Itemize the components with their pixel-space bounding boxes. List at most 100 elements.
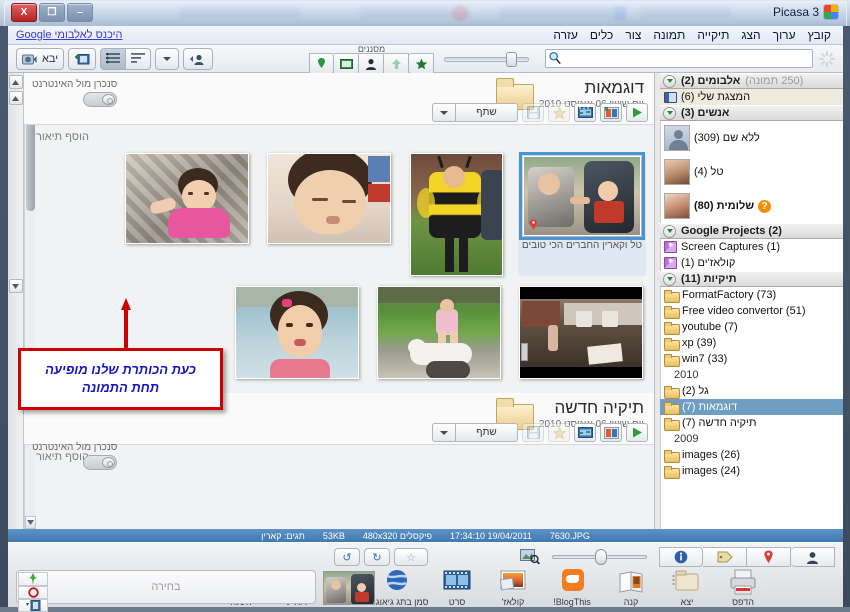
group-header-folders[interactable]: תיקיות (11) — [660, 271, 843, 287]
share-button-group[interactable]: שתף — [432, 103, 518, 122]
share-button[interactable]: שתף — [456, 103, 518, 122]
star-rating-button[interactable]: ☆ — [394, 548, 428, 566]
status-badge[interactable]: ? — [758, 199, 772, 213]
album-description-row[interactable]: הוסף תיאור — [24, 445, 654, 469]
selection-thumbnail[interactable] — [323, 571, 375, 605]
fullscreen-preview-button[interactable] — [514, 548, 541, 567]
add-to-album-button[interactable] — [18, 599, 48, 612]
menu-picture[interactable]: תמונה — [647, 26, 691, 44]
photo-thumbnail[interactable] — [267, 153, 391, 244]
create-collage-button[interactable] — [600, 103, 622, 122]
menu-file[interactable]: קובץ — [802, 26, 837, 44]
scroll-down-button[interactable] — [25, 516, 36, 529]
close-button[interactable]: X — [11, 3, 37, 22]
rail-scroll-up-button-2[interactable] — [8, 91, 23, 105]
create-collage-button[interactable] — [600, 423, 622, 442]
group-header-google-projects[interactable]: Google Projects (2) — [660, 223, 843, 239]
photo-thumbnail[interactable] — [235, 286, 359, 379]
filter-video-button[interactable] — [334, 53, 359, 74]
sync-toggle[interactable] — [83, 92, 118, 107]
sync-web-control-2[interactable]: סנכרן מול האינטרנט — [32, 442, 118, 470]
photo-cell-selected[interactable]: טל וקארין החברים הכי טובים — [518, 152, 646, 276]
export-button[interactable]: יצא — [659, 568, 715, 607]
save-button[interactable] — [522, 423, 544, 442]
info-button[interactable] — [659, 547, 703, 567]
library-sidebar[interactable]: (250 תמונה) אלבומים (2) המצגת שלי (6) אנ… — [654, 73, 843, 529]
undo-button[interactable]: ↺ — [334, 548, 360, 566]
create-movie-button[interactable] — [574, 423, 596, 442]
photo-cell[interactable] — [122, 153, 252, 276]
menu-folder[interactable]: תיקייה — [691, 26, 735, 44]
buy-button[interactable]: קנה — [603, 568, 659, 607]
hold-pin-button[interactable] — [18, 572, 48, 586]
menu-view[interactable]: הצג — [735, 26, 766, 44]
google-albums-signin-link[interactable]: היכנס לאלבומי Google — [16, 29, 122, 41]
star-button[interactable] — [548, 423, 570, 442]
toolbar-dropdown-button[interactable] — [155, 47, 180, 70]
people-button[interactable] — [791, 547, 835, 567]
slider-knob[interactable] — [506, 51, 517, 67]
chevron-down-icon[interactable] — [663, 224, 676, 238]
sidebar-item-free-video-convertor[interactable]: Free video convertor (51) — [660, 303, 843, 319]
maximize-button[interactable]: ❐ — [39, 3, 65, 22]
tag-button[interactable] — [703, 547, 747, 567]
sidebar-item-collages[interactable]: קולאז'ים (1) — [660, 255, 843, 271]
print-button[interactable]: הדפס — [715, 568, 771, 607]
sidebar-item-gal[interactable]: גל (2) — [660, 383, 843, 399]
sidebar-item-images-26[interactable]: images (26) — [660, 447, 843, 463]
collage-button[interactable]: קולאז' — [485, 568, 541, 607]
menu-edit[interactable]: ערוך — [767, 26, 802, 44]
sidebar-item-xp[interactable]: xp (39) — [660, 335, 843, 351]
search-input[interactable] — [545, 49, 813, 68]
photo-thumbnail[interactable] — [409, 153, 503, 276]
chevron-down-icon[interactable] — [663, 106, 676, 120]
rail-scroll-up-button[interactable] — [8, 75, 23, 89]
minimize-button[interactable]: – — [67, 3, 93, 22]
share-button-group[interactable]: שתף — [432, 423, 518, 442]
slideshow-person-button[interactable] — [183, 47, 214, 70]
slideshow-play-button[interactable] — [626, 423, 648, 442]
sync-toggle[interactable] — [83, 455, 118, 470]
photo-thumbnail[interactable] — [377, 286, 501, 379]
share-button[interactable]: שתף — [456, 423, 518, 442]
photo-thumbnail[interactable] — [125, 153, 249, 244]
star-button[interactable] — [548, 103, 570, 122]
sidebar-item-my-presentation[interactable]: המצגת שלי (6) — [660, 89, 843, 105]
sidebar-item-tal[interactable]: טל (4) — [660, 155, 843, 189]
group-header-albums[interactable]: (250 תמונה) אלבומים (2) — [660, 73, 843, 89]
slider-knob[interactable] — [595, 549, 607, 565]
sidebar-item-youtube[interactable]: youtube (7) — [660, 319, 843, 335]
share-dropdown-button[interactable] — [432, 423, 456, 442]
filter-faces-button[interactable] — [359, 53, 384, 74]
tray-zoom-slider[interactable] — [552, 549, 647, 565]
import-button[interactable]: יבא — [16, 47, 65, 70]
view-list-button[interactable] — [100, 47, 127, 70]
sidebar-item-screen-captures[interactable]: Screen Captures (1) — [660, 239, 843, 255]
filter-starred-button[interactable] — [409, 53, 434, 74]
clear-selection-button[interactable] — [18, 586, 48, 599]
slideshow-play-button[interactable] — [626, 103, 648, 122]
sidebar-item-unnamed[interactable]: ללא שם (309) — [660, 121, 843, 155]
blogthis-button[interactable]: BlogThis! — [541, 568, 603, 607]
share-dropdown-button[interactable] — [432, 103, 456, 122]
album-description-row[interactable]: הוסף תיאור — [24, 125, 654, 149]
sidebar-item-formatfactory[interactable]: FormatFactory (73) — [660, 287, 843, 303]
sidebar-item-images-24[interactable]: images (24) — [660, 463, 843, 479]
menu-help[interactable]: עזרה — [547, 26, 584, 44]
create-movie-button[interactable] — [574, 103, 596, 122]
sidebar-item-dugmaot[interactable]: דוגמאות (7) — [660, 399, 843, 415]
sync-web-control-1[interactable]: סנכרן מול האינטרנט — [32, 79, 118, 107]
window-controls[interactable]: X ❐ – — [11, 3, 93, 22]
menu-tools[interactable]: כלים — [584, 26, 619, 44]
view-sort-button[interactable] — [126, 47, 152, 70]
movie-button[interactable]: סרט — [429, 568, 485, 607]
photo-thumbnail[interactable] — [519, 286, 643, 379]
filter-upload-button[interactable] — [384, 53, 409, 74]
thumbnail-size-slider[interactable] — [444, 51, 529, 67]
sidebar-item-win7[interactable]: win7 (33) — [660, 351, 843, 367]
filter-geotag-button[interactable] — [309, 53, 334, 74]
redo-button[interactable]: ↻ — [364, 548, 390, 566]
sidebar-item-new-folder[interactable]: תיקיה חדשה (7) — [660, 415, 843, 431]
photo-thumbnail[interactable] — [519, 152, 645, 240]
geotag-button[interactable] — [747, 547, 791, 567]
